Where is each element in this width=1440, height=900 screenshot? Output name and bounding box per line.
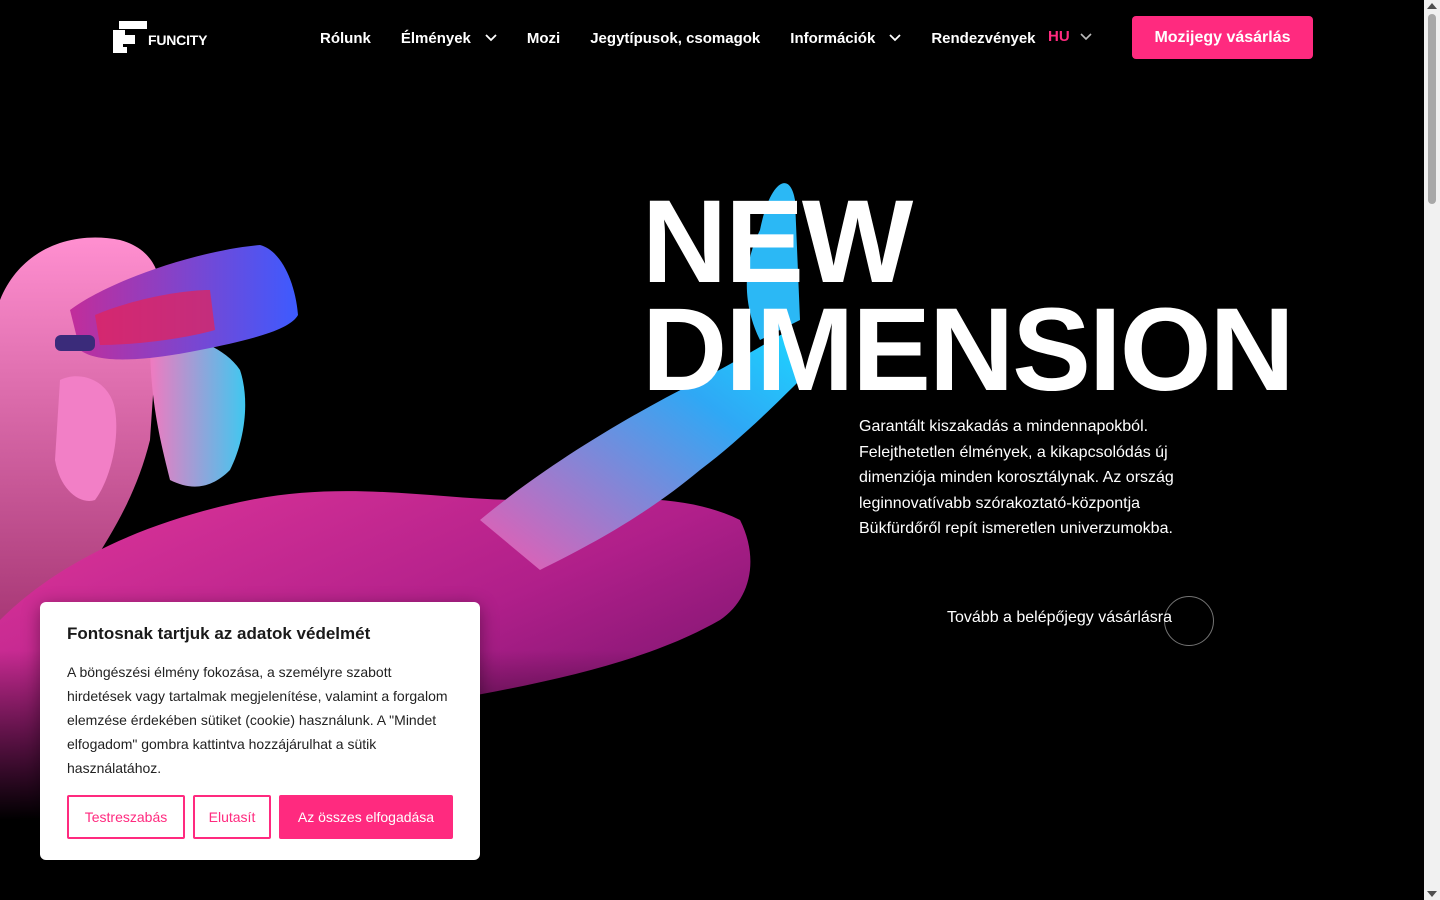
nav-item-rolunk[interactable]: Rólunk: [320, 30, 371, 47]
hero-description: Garantált kiszakadás a mindennapokból. F…: [859, 418, 1174, 537]
nav-item-rendezvenyek[interactable]: Rendezvények: [931, 30, 1035, 47]
main-nav: Rólunk Élmények Mozi Jegytípusok, csomag…: [320, 28, 1036, 48]
language-label: HU: [1048, 28, 1070, 45]
nav-label: Rólunk: [320, 29, 371, 47]
page-scrollbar[interactable]: [1424, 0, 1440, 900]
nav-label: Mozi: [526, 29, 561, 47]
cookie-body: A böngészési élmény fokozása, a személyr…: [67, 664, 448, 776]
scroll-up-icon[interactable]: [1427, 3, 1437, 9]
hero-headline: NEW DIMENSION: [642, 176, 1295, 416]
language-selector[interactable]: HU: [1048, 28, 1092, 45]
chevron-down-icon: [485, 34, 497, 42]
nav-label: Információk: [790, 29, 876, 47]
nav-item-elmenyek[interactable]: Élmények: [401, 30, 497, 47]
site-header: FUNCITY Rólunk Élmények Mozi Jegytípusok…: [0, 0, 1424, 76]
nav-item-informaciok[interactable]: Információk: [790, 30, 901, 47]
nav-label: Jegytípusok, csomagok: [590, 29, 761, 47]
logo[interactable]: FUNCITY: [113, 21, 207, 53]
link-circle-decoration: [1164, 596, 1214, 646]
scroll-down-icon[interactable]: [1427, 891, 1437, 897]
chevron-down-icon: [1080, 32, 1092, 40]
reject-button[interactable]: Elutasít: [193, 795, 271, 839]
buy-entry-ticket-link[interactable]: Tovább a belépőjegy vásárlásra: [947, 609, 1172, 627]
scroll-thumb[interactable]: [1428, 14, 1436, 204]
cookie-buttons: Testreszabás Elutasít Az összes elfogadá…: [67, 795, 453, 839]
accept-all-button[interactable]: Az összes elfogadása: [279, 795, 453, 839]
nav-item-mozi[interactable]: Mozi: [527, 30, 560, 47]
cookie-title: Fontosnak tartjuk az adatok védelmét: [67, 624, 371, 643]
nav-label: Rendezvények: [931, 29, 1036, 47]
headline-line-1: NEW: [642, 176, 913, 308]
nav-item-jegytipusok[interactable]: Jegytípusok, csomagok: [590, 30, 760, 47]
chevron-down-icon: [889, 34, 901, 42]
customize-button[interactable]: Testreszabás: [67, 795, 185, 839]
logo-text: FUNCITY: [148, 32, 208, 48]
buy-cinema-ticket-button[interactable]: Mozijegy vásárlás: [1132, 16, 1313, 59]
logo-mark-icon: [113, 21, 147, 53]
nav-label: Élmények: [400, 29, 471, 47]
headline-line-2: DIMENSION: [642, 284, 1295, 416]
cookie-consent-dialog: Fontosnak tartjuk az adatok védelmét A b…: [40, 602, 480, 860]
